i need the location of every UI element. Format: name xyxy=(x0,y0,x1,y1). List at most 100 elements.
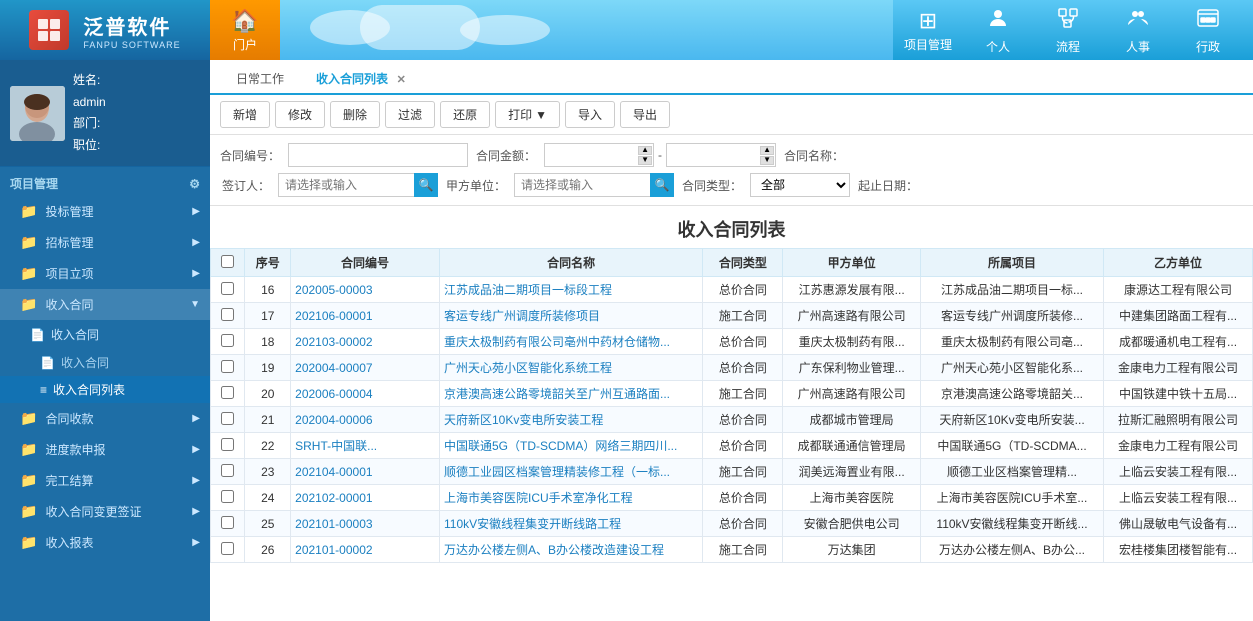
table-row[interactable]: 24 202102-00001 上海市美容医院ICU手术室净化工程 总价合同 上… xyxy=(211,485,1253,511)
row-contract-name[interactable]: 江苏成品油二期项目一标段工程 xyxy=(439,277,702,303)
signer-search-button[interactable]: 🔍 xyxy=(414,173,438,197)
row-contract-num[interactable]: 202005-00003 xyxy=(291,277,440,303)
row-contract-name[interactable]: 广州天心苑小区智能化系统工程 xyxy=(439,355,702,381)
table-row[interactable]: 17 202106-00001 客运专线广州调度所装修项目 施工合同 广州高速路… xyxy=(211,303,1253,329)
nav-item-workflow[interactable]: 流程 xyxy=(1033,0,1103,60)
table-row[interactable]: 18 202103-00002 重庆太极制药有限公司亳州中药材仓储物... 总价… xyxy=(211,329,1253,355)
table-row[interactable]: 19 202004-00007 广州天心苑小区智能化系统工程 总价合同 广东保利… xyxy=(211,355,1253,381)
row-checkbox-cell[interactable] xyxy=(211,485,245,511)
sidebar-item-income-report[interactable]: 📁 收入报表 ▶ xyxy=(0,527,210,558)
nav-item-personal[interactable]: 个人 xyxy=(963,0,1033,60)
sidebar-sub-item-income-contract-1[interactable]: 📄 收入合同 xyxy=(0,320,210,349)
table-row[interactable]: 21 202004-00006 天府新区10Kv变电所安装工程 总价合同 成都城… xyxy=(211,407,1253,433)
home-button[interactable]: 🏠 门户 xyxy=(210,0,280,60)
row-checkbox-cell[interactable] xyxy=(211,537,245,563)
row-contract-num[interactable]: SRHT-中国联... xyxy=(291,433,440,459)
sidebar-settings-icon[interactable]: ⚙ xyxy=(189,177,200,191)
tab-close-icon[interactable]: ✕ xyxy=(397,74,406,86)
sidebar-item-project-setup[interactable]: 📁 项目立项 ▶ xyxy=(0,258,210,289)
row-checkbox[interactable] xyxy=(221,360,234,373)
row-checkbox[interactable] xyxy=(221,464,234,477)
row-checkbox[interactable] xyxy=(221,438,234,451)
sidebar-sub-sub-item-income-contract-list[interactable]: ≡ 收入合同列表 xyxy=(0,376,210,403)
income-contract-list-icon: ≡ xyxy=(40,383,47,397)
table-container[interactable]: 序号 合同编号 合同名称 合同类型 甲方单位 所属项目 乙方单位 16 2020… xyxy=(210,248,1253,621)
table-row[interactable]: 23 202104-00001 顺德工业园区档案管理精装修工程（一标... 施工… xyxy=(211,459,1253,485)
print-button[interactable]: 打印 ▼ xyxy=(495,101,560,128)
row-contract-name[interactable]: 天府新区10Kv变电所安装工程 xyxy=(439,407,702,433)
row-contract-num[interactable]: 202006-00004 xyxy=(291,381,440,407)
row-checkbox-cell[interactable] xyxy=(211,277,245,303)
import-button[interactable]: 导入 xyxy=(565,101,615,128)
add-button[interactable]: 新增 xyxy=(220,101,270,128)
amount-max-up-arrow[interactable]: ▲ xyxy=(760,146,774,155)
nav-item-project-mgmt[interactable]: ⊞ 项目管理 xyxy=(893,0,963,60)
party-a-search-button[interactable]: 🔍 xyxy=(650,173,674,197)
row-contract-name[interactable]: 上海市美容医院ICU手术室净化工程 xyxy=(439,485,702,511)
sidebar-item-contract-collection[interactable]: 📁 合同收款 ▶ xyxy=(0,403,210,434)
th-checkbox[interactable] xyxy=(211,249,245,277)
select-all-checkbox[interactable] xyxy=(221,255,234,268)
bid-mgmt-icon: 📁 xyxy=(20,203,37,220)
restore-button[interactable]: 还原 xyxy=(440,101,490,128)
table-row[interactable]: 22 SRHT-中国联... 中国联通5G（TD-SCDMA）网络三期四川...… xyxy=(211,433,1253,459)
edit-button[interactable]: 修改 xyxy=(275,101,325,128)
row-contract-name[interactable]: 中国联通5G（TD-SCDMA）网络三期四川... xyxy=(439,433,702,459)
row-checkbox-cell[interactable] xyxy=(211,459,245,485)
table-row[interactable]: 16 202005-00003 江苏成品油二期项目一标段工程 总价合同 江苏惠源… xyxy=(211,277,1253,303)
row-checkbox[interactable] xyxy=(221,308,234,321)
row-checkbox[interactable] xyxy=(221,282,234,295)
table-row[interactable]: 20 202006-00004 京港澳高速公路零境韶关至广州互通路面... 施工… xyxy=(211,381,1253,407)
amount-min-up-arrow[interactable]: ▲ xyxy=(638,146,652,155)
row-contract-num[interactable]: 202104-00001 xyxy=(291,459,440,485)
sidebar-sub-sub-item-income-contract-2[interactable]: 📄 收入合同 xyxy=(0,349,210,376)
row-checkbox[interactable] xyxy=(221,412,234,425)
row-checkbox-cell[interactable] xyxy=(211,433,245,459)
row-contract-num[interactable]: 202106-00001 xyxy=(291,303,440,329)
row-contract-name[interactable]: 110kV安徽线程集变开断线路工程 xyxy=(439,511,702,537)
row-contract-num[interactable]: 202004-00007 xyxy=(291,355,440,381)
row-checkbox-cell[interactable] xyxy=(211,355,245,381)
export-button[interactable]: 导出 xyxy=(620,101,670,128)
amount-max-down-arrow[interactable]: ▼ xyxy=(760,156,774,165)
sidebar-item-completion-settlement[interactable]: 📁 完工结算 ▶ xyxy=(0,465,210,496)
tender-mgmt-arrow: ▶ xyxy=(192,237,200,248)
table-row[interactable]: 26 202101-00002 万达办公楼左侧A、B办公楼改造建设工程 施工合同… xyxy=(211,537,1253,563)
row-checkbox-cell[interactable] xyxy=(211,381,245,407)
row-checkbox-cell[interactable] xyxy=(211,303,245,329)
sidebar-item-contract-change[interactable]: 📁 收入合同变更签证 ▶ xyxy=(0,496,210,527)
nav-item-hr[interactable]: 人事 xyxy=(1103,0,1173,60)
row-contract-name[interactable]: 京港澳高速公路零境韶关至广州互通路面... xyxy=(439,381,702,407)
filter-button[interactable]: 过滤 xyxy=(385,101,435,128)
row-checkbox-cell[interactable] xyxy=(211,407,245,433)
delete-button[interactable]: 删除 xyxy=(330,101,380,128)
sidebar-item-progress-payment[interactable]: 📁 进度款申报 ▶ xyxy=(0,434,210,465)
row-contract-num[interactable]: 202004-00006 xyxy=(291,407,440,433)
row-contract-name[interactable]: 万达办公楼左侧A、B办公楼改造建设工程 xyxy=(439,537,702,563)
tab-income-contract-list[interactable]: 收入合同列表 ✕ xyxy=(300,64,422,95)
row-party-a: 江苏惠源发展有限... xyxy=(783,277,920,303)
sidebar-item-bid-mgmt[interactable]: 📁 投标管理 ▶ xyxy=(0,196,210,227)
row-checkbox[interactable] xyxy=(221,516,234,529)
row-checkbox[interactable] xyxy=(221,490,234,503)
amount-min-down-arrow[interactable]: ▼ xyxy=(638,156,652,165)
row-checkbox-cell[interactable] xyxy=(211,511,245,537)
row-checkbox[interactable] xyxy=(221,386,234,399)
row-contract-name[interactable]: 重庆太极制药有限公司亳州中药材仓储物... xyxy=(439,329,702,355)
row-checkbox[interactable] xyxy=(221,334,234,347)
row-checkbox[interactable] xyxy=(221,542,234,555)
row-contract-num[interactable]: 202102-00001 xyxy=(291,485,440,511)
nav-item-admin[interactable]: 行政 xyxy=(1173,0,1243,60)
tab-daily-work[interactable]: 日常工作 xyxy=(220,64,300,95)
table-row[interactable]: 25 202101-00003 110kV安徽线程集变开断线路工程 总价合同 安… xyxy=(211,511,1253,537)
sidebar-item-tender-mgmt[interactable]: 📁 招标管理 ▶ xyxy=(0,227,210,258)
row-contract-name[interactable]: 客运专线广州调度所装修项目 xyxy=(439,303,702,329)
row-contract-name[interactable]: 顺德工业园区档案管理精装修工程（一标... xyxy=(439,459,702,485)
row-contract-num[interactable]: 202101-00003 xyxy=(291,511,440,537)
contract-type-select[interactable]: 全部 总价合同 施工合同 其他 xyxy=(750,173,850,197)
row-checkbox-cell[interactable] xyxy=(211,329,245,355)
sidebar-item-income-contract[interactable]: 📁 收入合同 ▼ xyxy=(0,289,210,320)
contract-num-input[interactable] xyxy=(288,143,468,167)
row-contract-num[interactable]: 202103-00002 xyxy=(291,329,440,355)
row-contract-num[interactable]: 202101-00002 xyxy=(291,537,440,563)
